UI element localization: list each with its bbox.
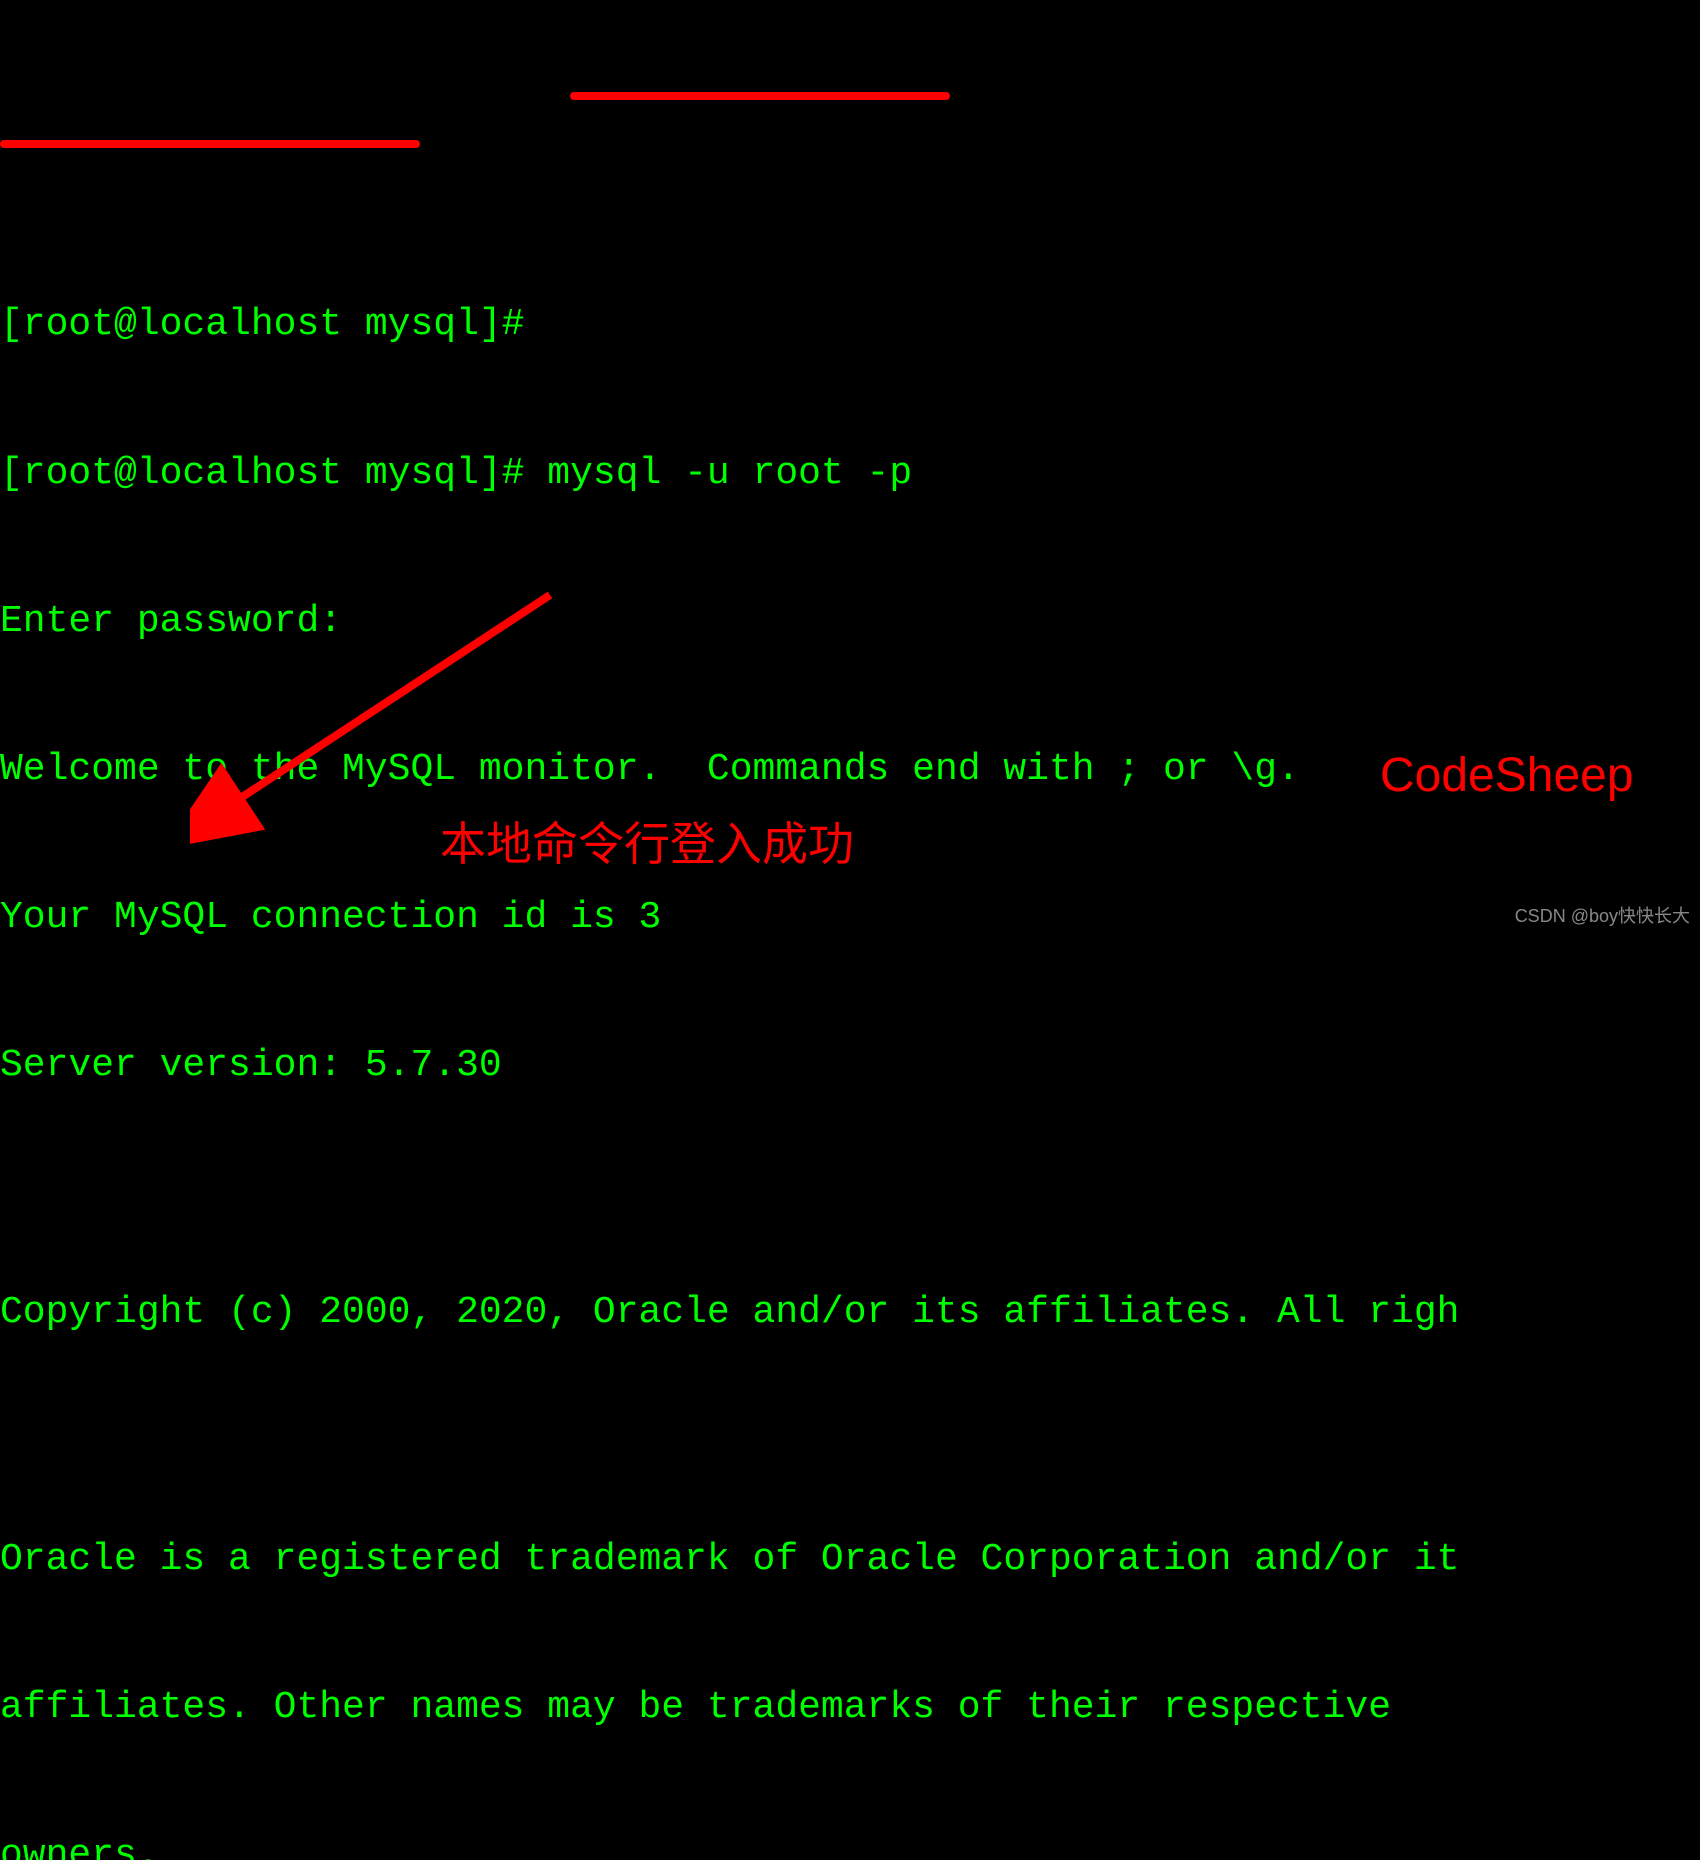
underline-annotation-command (570, 92, 950, 100)
terminal-window[interactable]: [root@localhost mysql]# [root@localhost … (0, 198, 1700, 1860)
watermark-label: CSDN @boy快快长大 (1515, 905, 1690, 928)
terminal-line: Your MySQL connection id is 3 (0, 893, 1700, 942)
terminal-line: Copyright (c) 2000, 2020, Oracle and/or … (0, 1288, 1700, 1337)
terminal-line: [root@localhost mysql]# mysql -u root -p (0, 449, 1700, 498)
terminal-line: [root@localhost mysql]# (0, 300, 1700, 349)
annotation-brand-label: CodeSheep (1380, 745, 1634, 807)
underline-annotation-password (0, 140, 420, 148)
terminal-line: Enter password: (0, 597, 1700, 646)
annotation-success-label: 本地命令行登入成功 (440, 815, 854, 875)
terminal-line: Server version: 5.7.30 (0, 1041, 1700, 1090)
terminal-line: owners. (0, 1831, 1700, 1860)
terminal-line: Oracle is a registered trademark of Orac… (0, 1535, 1700, 1584)
terminal-line: affiliates. Other names may be trademark… (0, 1683, 1700, 1732)
